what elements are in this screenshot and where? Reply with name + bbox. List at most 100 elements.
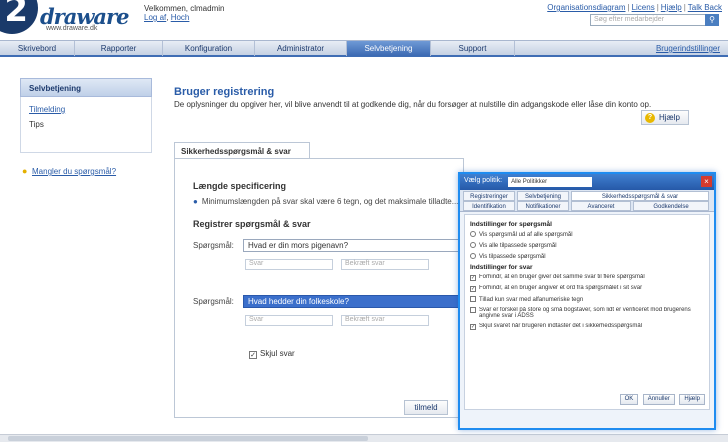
answer-option-2-label: Forhindr, at en bruger angiver et ord fr…: [479, 285, 643, 291]
home-link[interactable]: Hoch: [171, 13, 190, 22]
hide-answers-checkbox[interactable]: ✓ Skjul svar: [249, 349, 295, 359]
nav-tab-configuration[interactable]: Konfiguration: [163, 41, 255, 56]
answer-option-1-label: Forhindr, at en bruger giver det samme s…: [479, 274, 645, 280]
lightbulb-icon: ●: [22, 166, 28, 176]
sidebar-item-enrollment[interactable]: Tilmelding: [29, 105, 143, 114]
tab-security-questions[interactable]: Sikkerhedsspørgsmål & svar: [174, 142, 310, 159]
org-chart-link[interactable]: Organisationsdiagram: [547, 3, 625, 12]
answer-settings-heading: Indstillinger for svar: [470, 264, 533, 271]
nav-tab-dashboard[interactable]: Skrivebord: [0, 41, 75, 56]
page-description: De oplysninger du opgiver her, vil blive…: [174, 100, 652, 109]
tab-approval[interactable]: Godkendelse: [633, 201, 709, 211]
logout-link[interactable]: Log af: [144, 13, 166, 22]
talk-back-link[interactable]: Talk Back: [688, 3, 722, 12]
nav-tab-reports[interactable]: Rapporter: [75, 41, 163, 56]
employee-search-input[interactable]: Søg efter medarbejder ⚲: [590, 14, 719, 26]
sidebar-title: Selvbetjening: [20, 78, 152, 97]
tab-identification[interactable]: Identifikation: [463, 201, 515, 211]
sidebar-tips-label: Tips: [29, 120, 44, 129]
length-heading: Længde specificering: [193, 181, 287, 191]
nav-tab-support[interactable]: Support: [431, 41, 515, 56]
register-heading: Registrer spørgsmål & svar: [193, 219, 311, 229]
search-icon[interactable]: ⚲: [705, 14, 719, 26]
missing-questions-link[interactable]: ● Mangler du spørgsmål?: [20, 166, 152, 176]
main-nav: Skrivebord Rapporter Konfiguration Admin…: [0, 40, 728, 57]
tab-security-qa[interactable]: Sikkerhedsspørgsmål & svar: [571, 191, 709, 201]
question-option-3-label: Vis tilpassede spørgsmål: [479, 254, 546, 260]
checkbox-icon: [470, 296, 476, 302]
welcome-text: Velkommen, clmadmin Log af, Hoch: [144, 4, 225, 22]
answer-option-4[interactable]: Svar er forskel på store og små bogstave…: [470, 307, 704, 319]
missing-questions-label: Mangler du spørgsmål?: [32, 167, 117, 176]
question2-select[interactable]: Hvad hedder din folkeskole?: [243, 295, 463, 308]
checkbox-icon: [470, 307, 476, 313]
answer-option-3[interactable]: Tillad kun svar med alfanumeriske tegn: [470, 296, 704, 303]
question-option-1[interactable]: Vis spørgsmål ud af alle spørgsmål: [470, 231, 704, 238]
dialog-titlebar: Vælg politik: Alle Politikker ×: [460, 174, 714, 190]
sidebar: Selvbetjening Tilmelding Tips ● Mangler …: [20, 78, 152, 198]
enroll-button[interactable]: tilmeld: [404, 400, 448, 415]
tab-notifications[interactable]: Notifikationer: [517, 201, 569, 211]
answer1-input[interactable]: Svar: [245, 259, 333, 270]
nav-tab-admin[interactable]: Administrator: [255, 41, 347, 56]
dialog-help-button[interactable]: Hjælp: [679, 394, 705, 405]
tab-registrations[interactable]: Registreringer: [463, 191, 515, 201]
license-link[interactable]: Licens: [632, 3, 655, 12]
answer-option-5-label: Skjul svaret når brugeren indtaster det …: [479, 323, 643, 329]
radio-icon: [470, 253, 476, 259]
help-icon: ?: [645, 113, 655, 123]
checkbox-icon: ✓: [470, 286, 476, 292]
welcome-line: Velkommen, clmadmin: [144, 4, 225, 13]
dialog-footer: OK Annuller Hjælp: [618, 392, 705, 405]
help-button[interactable]: ? Hjælp: [641, 110, 689, 125]
answer-option-1[interactable]: ✓ Forhindr, at en bruger giver det samme …: [470, 274, 704, 281]
top-links: Organisationsdiagram | Licens | Hjælp | Talk B…: [547, 3, 722, 12]
confirm2-input[interactable]: Bekræft svar: [341, 315, 429, 326]
ok-button[interactable]: OK: [619, 394, 639, 405]
question-option-2[interactable]: Vis alle tilpassede spørgsmål: [470, 242, 704, 249]
scrollbar-thumb[interactable]: [8, 436, 368, 441]
page-title: Bruger registrering: [174, 86, 275, 98]
horizontal-scrollbar[interactable]: [0, 434, 728, 442]
help-link[interactable]: Hjælp: [661, 3, 682, 12]
radio-icon: [470, 242, 476, 248]
question-option-2-label: Vis alle tilpassede spørgsmål: [479, 243, 557, 249]
question-settings-heading: Indstillinger for spørgsmål: [470, 221, 552, 228]
nav-tab-self-service[interactable]: Selvbetjening: [347, 41, 431, 56]
tab-self-service[interactable]: Selvbetjening: [517, 191, 569, 201]
question-option-1-label: Vis spørgsmål ud af alle spørgsmål: [479, 232, 573, 238]
page-header: draware www.draware.dk Velkommen, clmadm…: [0, 0, 728, 40]
tab-advanced[interactable]: Avanceret: [571, 201, 631, 211]
radio-icon: [470, 231, 476, 237]
answer-option-5[interactable]: ✓ Skjul svaret når brugeren indtaster det…: [470, 323, 704, 330]
length-rule: ● Minimumslængden på svar skal være 6 teg…: [193, 197, 459, 206]
length-rule-text: Minimumslængden på svar skal være 6 tegn…: [201, 197, 459, 206]
policy-settings-dialog: Vælg politik: Alle Politikker × Registre…: [458, 172, 716, 430]
checkbox-icon: ✓: [470, 275, 476, 281]
logo-text: draware: [40, 4, 129, 29]
dialog-tabs: Registreringer Selvbetjening Sikkerhedss…: [460, 190, 714, 212]
hide-answers-label: Skjul svar: [260, 349, 295, 358]
question1-select[interactable]: Hvad er din mors pigenavn?: [243, 239, 463, 252]
help-button-label: Hjælp: [659, 113, 680, 122]
security-questions-panel: Længde specificering ● Minimumslængden på…: [174, 158, 464, 418]
checkbox-icon: ✓: [470, 324, 476, 330]
search-placeholder: Søg efter medarbejder: [594, 16, 665, 23]
answer-option-4-label: Svar er forskel på store og små bogstave…: [479, 307, 691, 319]
answer-option-2[interactable]: ✓ Forhindr, at en bruger angiver et ord f…: [470, 285, 704, 292]
question2-label: Spørgsmål:: [193, 297, 234, 306]
answer2-input[interactable]: Svar: [245, 315, 333, 326]
policy-select[interactable]: Alle Politikker: [508, 177, 593, 187]
question1-label: Spørgsmål:: [193, 241, 234, 250]
close-icon[interactable]: ×: [701, 176, 712, 187]
cancel-button[interactable]: Annuller: [642, 394, 675, 405]
confirm1-input[interactable]: Bekræft svar: [341, 259, 429, 270]
logo[interactable]: draware www.draware.dk: [40, 6, 132, 34]
sidebar-box: Tilmelding Tips: [20, 97, 152, 153]
user-settings-link[interactable]: Brugerindstillinger: [656, 41, 720, 56]
checkbox-icon: ✓: [249, 351, 257, 359]
policy-label: Vælg politik:: [464, 177, 503, 184]
dialog-body: Indstillinger for spørgsmål Vis spørgsmå…: [464, 214, 710, 410]
question-option-3[interactable]: Vis tilpassede spørgsmål: [470, 253, 704, 260]
answer-option-3-label: Tillad kun svar med alfanumeriske tegn: [479, 297, 584, 303]
